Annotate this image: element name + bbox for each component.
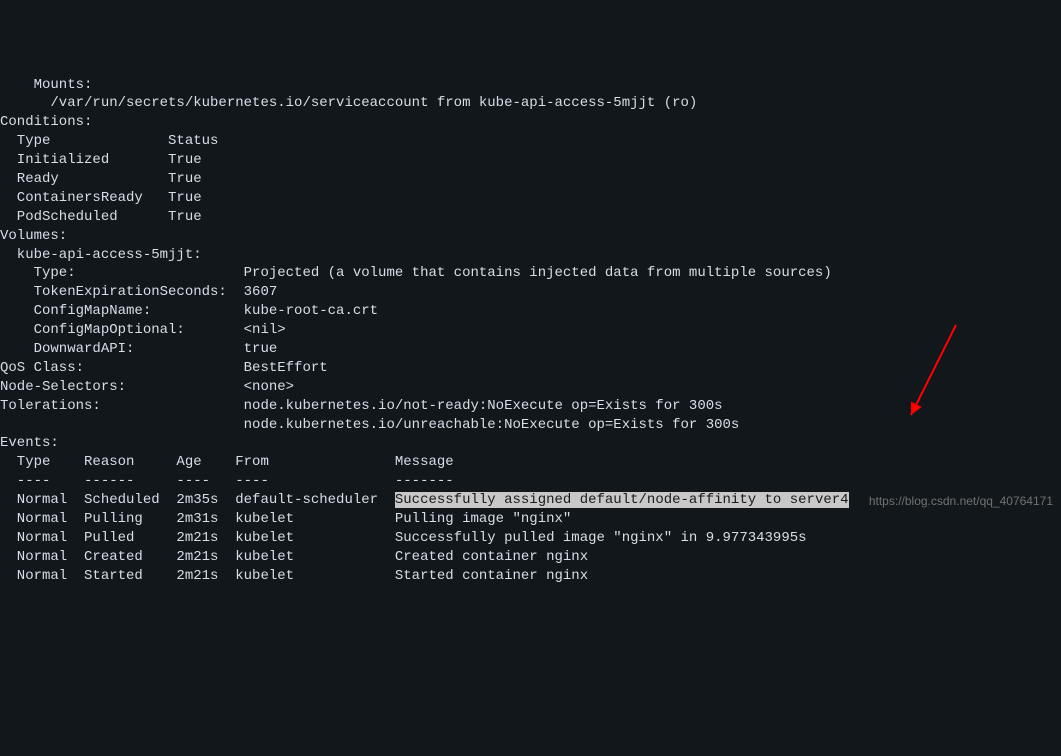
event-row: Normal Pulling 2m31s kubelet Pulling ima… — [0, 510, 1061, 529]
event-row: Normal Created 2m21s kubelet Created con… — [0, 548, 1061, 567]
mounts-path: /var/run/secrets/kubernetes.io/serviceac… — [0, 94, 1061, 113]
volume-row: ConfigMapOptional: <nil> — [0, 321, 1061, 340]
condition-row: Ready True — [0, 170, 1061, 189]
event-row: Normal Pulled 2m21s kubelet Successfully… — [0, 529, 1061, 548]
condition-row: Initialized True — [0, 151, 1061, 170]
events-header: Events: — [0, 434, 1061, 453]
volume-row: DownwardAPI: true — [0, 340, 1061, 359]
volume-row: ConfigMapName: kube-root-ca.crt — [0, 302, 1061, 321]
tolerations-line: node.kubernetes.io/unreachable:NoExecute… — [0, 416, 1061, 435]
volume-name: kube-api-access-5mjjt: — [0, 246, 1061, 265]
terminal-output[interactable]: Mounts: /var/run/secrets/kubernetes.io/s… — [0, 76, 1061, 586]
nodeselectors-line: Node-Selectors: <none> — [0, 378, 1061, 397]
event-row: Normal Started 2m21s kubelet Started con… — [0, 567, 1061, 586]
conditions-cols: Type Status — [0, 132, 1061, 151]
events-cols: Type Reason Age From Message — [0, 453, 1061, 472]
conditions-header: Conditions: — [0, 113, 1061, 132]
event-message-highlight: Successfully assigned default/node-affin… — [395, 492, 849, 508]
events-dash: ---- ------ ---- ---- ------- — [0, 472, 1061, 491]
watermark-text: https://blog.csdn.net/qq_40764171 — [869, 493, 1053, 509]
event-row-prefix: Normal Scheduled 2m35s default-scheduler — [0, 492, 395, 508]
qos-line: QoS Class: BestEffort — [0, 359, 1061, 378]
volumes-header: Volumes: — [0, 227, 1061, 246]
volume-row: TokenExpirationSeconds: 3607 — [0, 283, 1061, 302]
mounts-header: Mounts: — [0, 76, 1061, 95]
tolerations-line: Tolerations: node.kubernetes.io/not-read… — [0, 397, 1061, 416]
condition-row: PodScheduled True — [0, 208, 1061, 227]
volume-row: Type: Projected (a volume that contains … — [0, 264, 1061, 283]
condition-row: ContainersReady True — [0, 189, 1061, 208]
